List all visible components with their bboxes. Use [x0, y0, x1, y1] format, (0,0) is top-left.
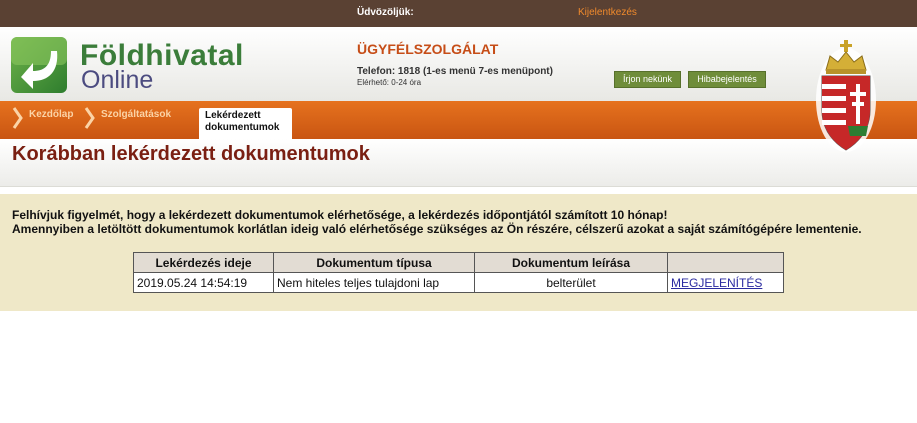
notice: Felhívjuk figyelmét, hogy a lekérdezett … [12, 208, 862, 236]
logo-subtitle: Online [81, 66, 154, 94]
service-title: ÜGYFÉLSZOLGÁLAT [357, 41, 499, 57]
hungarian-coat-of-arms-icon [816, 40, 876, 152]
notice-line-2: Amennyiben a letöltött dokumentumok korl… [12, 222, 862, 236]
nav-item-services[interactable]: Szolgáltatások [101, 109, 171, 120]
availability-info: Elérhető: 0-24 óra [357, 78, 422, 87]
green-arrow-down-left-icon [11, 37, 67, 93]
column-header-type: Dokumentum típusa [273, 252, 475, 273]
column-header-description: Dokumentum leírása [474, 252, 668, 273]
logout-link[interactable]: Kijelentkezés [578, 7, 637, 18]
notice-line-1: Felhívjuk figyelmét, hogy a lekérdezett … [12, 208, 668, 222]
greeting-text: Üdvözöljük: [357, 7, 414, 18]
table-row: 2019.05.24 14:54:19 Nem hiteles teljes t… [133, 272, 784, 293]
nav-active-line1: Lekérdezett [205, 110, 261, 121]
cell-type: Nem hiteles teljes tulajdoni lap [273, 272, 475, 293]
phone-info: Telefon: 1818 (1-es menü 7-es menüpont) [357, 66, 553, 77]
chevron-right-icon [84, 107, 95, 129]
documents-table: Lekérdezés ideje Dokumentum típusa Dokum… [133, 252, 784, 293]
title-bar: Korábban lekérdezett dokumentumok [0, 139, 917, 187]
cell-time: 2019.05.24 14:54:19 [133, 272, 274, 293]
chevron-right-icon [12, 107, 23, 129]
column-header-action [667, 252, 784, 273]
page-title: Korábban lekérdezett dokumentumok [12, 143, 370, 165]
nav-item-queried-documents[interactable]: Lekérdezett dokumentumok [199, 108, 292, 139]
contact-button[interactable]: Írjon nekünk [614, 71, 681, 88]
table-header-row: Lekérdezés ideje Dokumentum típusa Dokum… [133, 252, 784, 273]
content-area: Felhívjuk figyelmét, hogy a lekérdezett … [0, 194, 917, 311]
cell-description: belterület [474, 272, 668, 293]
cell-action: MEGJELENÍTÉS [667, 272, 784, 293]
nav-item-home[interactable]: Kezdőlap [29, 109, 73, 120]
header: Földhivatal Online ÜGYFÉLSZOLGÁLAT Telef… [0, 27, 917, 101]
nav-active-line2: dokumentumok [205, 122, 280, 133]
bug-report-button[interactable]: Hibabejelentés [688, 71, 766, 88]
column-header-time: Lekérdezés ideje [133, 252, 274, 273]
show-document-link[interactable]: MEGJELENÍTÉS [671, 276, 762, 290]
nav-bar: Kezdőlap Szolgáltatások Lekérdezett doku… [0, 101, 917, 139]
top-bar: Üdvözöljük: Kijelentkezés [0, 0, 917, 27]
